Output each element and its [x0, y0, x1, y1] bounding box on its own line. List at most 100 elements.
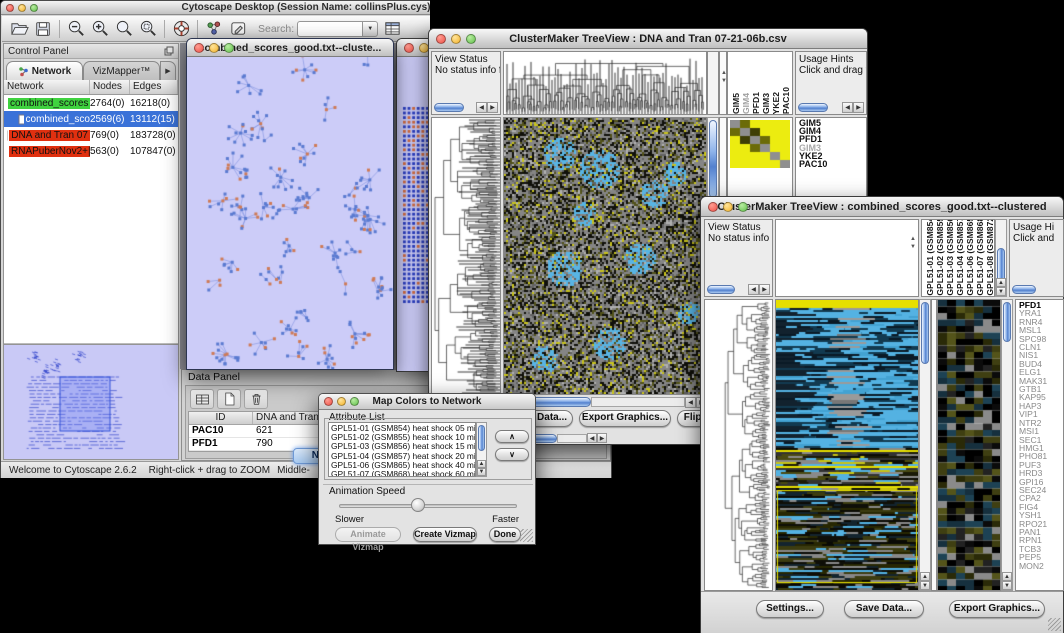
attribute-select-button[interactable] [190, 389, 214, 409]
gene-label[interactable]: MON2 [1019, 562, 1063, 570]
tv2-heatmap-vscrollbar[interactable]: ▲▼ [919, 299, 931, 591]
tv1-heatmap[interactable] [503, 117, 707, 395]
zoom-window-icon[interactable] [224, 43, 234, 53]
animate-vizmap-button[interactable]: Animate Vizmap [335, 527, 401, 542]
tab-network[interactable]: Network [6, 61, 83, 80]
move-attribute-down-button[interactable]: ∨ [495, 448, 529, 461]
float-panel-icon[interactable] [164, 46, 174, 56]
close-icon[interactable] [436, 34, 446, 44]
tv2-zoom-vscrollbar[interactable]: ▲▼ [1001, 299, 1013, 591]
network-row[interactable]: RNAPuberNov2+| 563(0) 107847(0) [4, 143, 178, 159]
column-label[interactable]: GIM3 [761, 93, 771, 114]
column-header[interactable]: Network [4, 80, 90, 94]
tv1-zoom-heatmap-canvas[interactable] [730, 120, 790, 168]
scroll-right-icon[interactable]: ▶ [759, 284, 770, 295]
birdseye-view[interactable] [4, 344, 178, 459]
dialog-titlebar[interactable]: Map Colors to Network [319, 394, 535, 410]
move-attribute-up-button[interactable]: ∧ [495, 430, 529, 443]
tab-vizmapper[interactable]: VizMapper™ [83, 61, 160, 80]
column-label[interactable]: GIM4 [741, 93, 751, 114]
tab-overflow-arrow[interactable]: ▶ [160, 61, 176, 80]
close-icon[interactable] [708, 202, 718, 212]
tv2-heatmap[interactable] [775, 299, 919, 591]
tv2-hints-scrollbar[interactable] [1012, 283, 1061, 295]
scrollbar-thumb[interactable] [434, 103, 464, 112]
tv2-labels-vscrollbar[interactable]: ▲▼ [995, 219, 1007, 297]
tv2-row-dendrogram-canvas[interactable] [705, 300, 772, 590]
attribute-browser-button[interactable] [380, 18, 404, 40]
tv1-status-scrollbar[interactable]: ◀ ▶ [434, 101, 498, 113]
close-icon[interactable] [324, 397, 333, 406]
tv1-hints-scrollbar[interactable]: ◀ ▶ [798, 101, 864, 113]
minimize-icon[interactable] [18, 4, 26, 12]
treeview1-titlebar[interactable]: ClusterMaker TreeView : DNA and Tran 07-… [429, 29, 867, 49]
tv1-column-dendrogram[interactable] [503, 51, 707, 115]
tv2-column-dendrogram[interactable]: ▲ ▼ [775, 219, 919, 297]
scroll-left-icon[interactable]: ◀ [587, 433, 597, 443]
network-canvas[interactable] [187, 57, 393, 369]
scrollbar-thumb[interactable] [997, 248, 1005, 282]
column-header[interactable]: Nodes [90, 80, 130, 94]
zoom-selected-button[interactable] [136, 18, 160, 40]
new-attribute-button[interactable] [217, 389, 241, 409]
scroll-left-icon[interactable]: ◀ [842, 102, 853, 113]
tv2-status-scrollbar[interactable]: ◀ ▶ [707, 283, 770, 295]
scroll-down-icon[interactable]: ▼ [996, 287, 1006, 296]
tv2-heatmap-canvas[interactable] [776, 300, 918, 590]
minimize-icon[interactable] [723, 202, 733, 212]
scroll-down-icon[interactable]: ▼ [1002, 581, 1012, 590]
column-header[interactable]: Edges [130, 80, 178, 94]
scroll-up-icon[interactable]: ▲ [1002, 572, 1012, 581]
tv1-top-scroll-strip[interactable] [707, 51, 719, 115]
scroll-up-icon[interactable]: ▲ [910, 236, 916, 242]
treeview2-titlebar[interactable]: ClusterMaker TreeView : combined_scores_… [701, 197, 1063, 217]
resize-grip[interactable] [520, 529, 533, 542]
scroll-left-icon[interactable]: ◀ [748, 284, 759, 295]
help-button[interactable] [169, 18, 193, 40]
close-icon[interactable] [6, 4, 14, 12]
column-label[interactable]: GPL51-03 (GSM856) [945, 219, 955, 296]
tv2-zoom-heatmap-canvas[interactable] [938, 300, 1000, 590]
scrollbar-thumb[interactable] [798, 103, 828, 112]
column-label[interactable]: PFD1 [751, 92, 761, 114]
scroll-up-icon[interactable]: ▲ [996, 278, 1006, 287]
attr-col-header[interactable]: ID [189, 412, 253, 424]
zoom-in-button[interactable] [88, 18, 112, 40]
tv1-heatmap-canvas[interactable] [504, 118, 706, 394]
close-icon[interactable] [194, 43, 204, 53]
scroll-right-icon[interactable]: ▶ [853, 102, 864, 113]
delete-attribute-button[interactable] [244, 389, 268, 409]
zoom-out-button[interactable] [64, 18, 88, 40]
gene-label[interactable]: PAC10 [799, 160, 866, 168]
tv1-column-dendrogram-canvas[interactable] [504, 52, 706, 114]
zoom-window-icon[interactable] [30, 4, 38, 12]
scroll-down-icon[interactable]: ▼ [920, 581, 930, 590]
scrollbar-thumb[interactable] [478, 425, 485, 451]
attribute-list-vscrollbar[interactable]: ▲▼ [476, 422, 487, 477]
create-vizmap-button[interactable]: Create Vizmap [413, 527, 477, 542]
network-row[interactable]: combined_scores 2764(0) 16218(0) [4, 95, 178, 111]
scrollbar-thumb[interactable] [707, 285, 735, 294]
zoom-window-icon[interactable] [466, 34, 476, 44]
scrollbar-thumb[interactable] [709, 120, 717, 198]
scrollbar-thumb[interactable] [921, 302, 929, 364]
scroll-up-icon[interactable]: ▲ [920, 572, 930, 581]
window-controls[interactable] [194, 43, 234, 53]
attribute-item[interactable]: GPL51-07 (GSM868) heat shock 60 min [331, 470, 475, 477]
scroll-down-icon[interactable]: ▼ [910, 244, 916, 250]
zoom-window-icon[interactable] [738, 202, 748, 212]
column-label[interactable]: YKE2 [771, 92, 781, 114]
column-label[interactable]: GPL51-07 (GSM868) [975, 219, 985, 296]
tv1-export-graphics-button[interactable]: Export Graphics... [579, 410, 671, 427]
column-label[interactable]: GPL51-01 (GSM854) [925, 219, 935, 296]
tv2-export-graphics-button[interactable]: Export Graphics... [949, 600, 1045, 618]
birdseye-canvas[interactable] [4, 345, 176, 458]
tv2-zoom-heatmap[interactable] [937, 299, 1001, 591]
window-controls[interactable] [324, 397, 359, 406]
column-label[interactable]: GPL51-06 (GSM865) [965, 219, 975, 296]
scroll-left-icon[interactable]: ◀ [476, 102, 487, 113]
tv2-settings-button[interactable]: Settings... [756, 600, 824, 618]
window-controls[interactable] [708, 202, 748, 212]
minimize-icon[interactable] [451, 34, 461, 44]
minimize-icon[interactable] [337, 397, 346, 406]
